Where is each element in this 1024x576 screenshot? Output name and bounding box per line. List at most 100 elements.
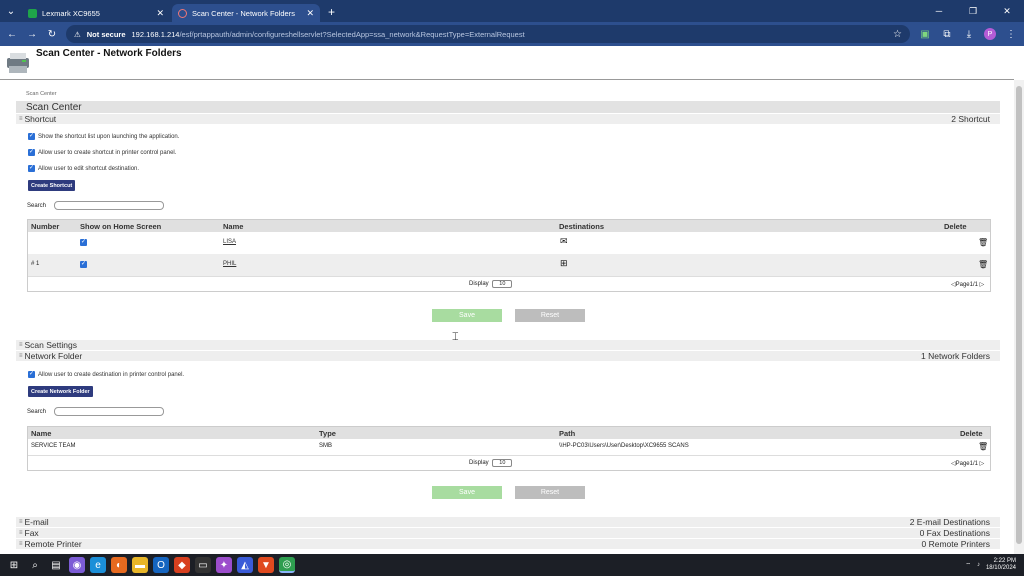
reload-icon[interactable]: ↻	[46, 29, 58, 40]
option-label: Allow user to edit shortcut destination.	[38, 165, 140, 172]
chrome-icon[interactable]: ◎	[279, 557, 295, 573]
windows-start-icon[interactable]: ⊞	[6, 557, 22, 573]
copilot-icon[interactable]: ◉	[69, 557, 85, 573]
home-screen-checkbox[interactable]: ✓	[80, 239, 87, 246]
download-icon[interactable]: ⤓	[962, 29, 976, 40]
shortcut-name-link[interactable]: LISA	[223, 239, 236, 245]
fax-section-header[interactable]: ≡ Fax 0 Fax Destinations	[16, 528, 1000, 538]
back-icon[interactable]: ←	[6, 29, 18, 40]
task-view-icon[interactable]: ▤	[48, 557, 64, 573]
new-tab-icon[interactable]: +	[322, 5, 341, 22]
shortcut-name-link[interactable]: PHIL	[223, 261, 236, 267]
page-scrollbar[interactable]	[1014, 80, 1024, 554]
shortcut-reset-button[interactable]: Reset	[515, 309, 585, 322]
delete-trash-icon[interactable]: 🗑	[978, 260, 988, 269]
shortcut-search-input[interactable]	[54, 201, 165, 210]
tab-title: Lexmark XC9655	[42, 8, 100, 18]
close-tab-icon[interactable]: ✕	[156, 8, 164, 19]
clock[interactable]: 2:22 PM 18/10/2024	[986, 558, 1016, 572]
bookmark-star-icon[interactable]: ☆	[893, 29, 902, 40]
network-folder-search-input[interactable]	[54, 407, 165, 416]
table-row: ✓ LISA ✉ 🗑	[28, 232, 990, 254]
next-page-icon[interactable]: ▷	[978, 282, 985, 288]
display-count-input[interactable]: 10	[492, 280, 513, 288]
close-tab-icon[interactable]: ✕	[306, 8, 314, 19]
browser-tab-strip: ⌄ Lexmark XC9655 ✕ Scan Center - Network…	[0, 0, 1024, 22]
app-icon[interactable]: ◆	[174, 557, 190, 573]
folder-name[interactable]: SERVICE TEAM	[31, 443, 75, 449]
network-folder-section-header[interactable]: ≡ Network Folder 1 Network Folders	[16, 351, 1000, 361]
pager: ◁Page1/1 ▷	[951, 460, 984, 467]
option-create-destination[interactable]: ✓ Allow user to create destination in pr…	[28, 371, 184, 378]
system-tray: ⌔ ♪ 2:22 PM 18/10/2024	[965, 558, 1024, 572]
network-destination-icon: ⊞	[560, 258, 568, 268]
section-label: Fax	[24, 528, 39, 538]
app-icon[interactable]: ✦	[216, 557, 232, 573]
extension-icon[interactable]: ▣	[918, 29, 932, 40]
breadcrumb[interactable]: Scan Center	[26, 91, 57, 97]
shortcut-table: Number Show on Home Screen Name Destinat…	[27, 219, 991, 292]
expand-icon[interactable]: ≡	[19, 541, 23, 547]
delete-trash-icon[interactable]: 🗑	[978, 238, 988, 247]
tab-search-icon[interactable]: ⌄	[0, 0, 22, 22]
network-folder-save-button[interactable]: Save	[432, 486, 502, 499]
table-row: SERVICE TEAM SMB \\HP-PC03\Users\User\De…	[28, 439, 990, 455]
search-icon[interactable]: ⌕	[27, 557, 43, 573]
restore-icon[interactable]: ❐	[956, 6, 990, 17]
app-icon[interactable]: ◭	[237, 557, 253, 573]
terminal-icon[interactable]: ▭	[195, 557, 211, 573]
checkbox[interactable]: ✓	[28, 165, 35, 172]
collapse-icon[interactable]: ≡	[19, 116, 23, 122]
tab-lexmark[interactable]: Lexmark XC9655 ✕	[22, 4, 170, 22]
option-create-shortcut[interactable]: ✓ Allow user to create shortcut in print…	[28, 149, 176, 156]
next-page-icon[interactable]: ▷	[978, 461, 985, 467]
shortcut-section-header[interactable]: ≡ Shortcut 2 Shortcut	[16, 114, 1000, 124]
network-folder-reset-button[interactable]: Reset	[515, 486, 585, 499]
delete-trash-icon[interactable]: 🗑	[978, 442, 988, 451]
checkbox[interactable]: ✓	[28, 149, 35, 156]
column-header: Path	[559, 429, 576, 438]
extensions-puzzle-icon[interactable]: ⧉	[940, 29, 954, 40]
remote-printer-section-header[interactable]: ≡ Remote Printer 0 Remote Printers	[16, 539, 1000, 549]
url-bar[interactable]: ⚠ Not secure 192.168.1.214/esf/prtappaut…	[66, 25, 910, 43]
option-label: Allow user to create shortcut in printer…	[38, 149, 177, 156]
checkbox[interactable]: ✓	[28, 371, 35, 378]
file-explorer-icon[interactable]: ▬	[132, 557, 148, 573]
edge-icon[interactable]: e	[90, 557, 106, 573]
wifi-icon[interactable]: ⌔	[965, 561, 971, 569]
display-control: Display 10	[469, 280, 513, 288]
display-count-input[interactable]: 10	[492, 459, 513, 467]
volume-icon[interactable]: ♪	[977, 562, 980, 568]
section-title: Scan Center	[26, 101, 82, 113]
close-window-icon[interactable]: ✕	[990, 6, 1024, 17]
email-section-header[interactable]: ≡ E-mail 2 E-mail Destinations	[16, 517, 1000, 527]
shortcut-save-button[interactable]: Save	[432, 309, 502, 322]
profile-avatar[interactable]: P	[984, 28, 996, 40]
tab-scan-center[interactable]: Scan Center - Network Folders ✕	[172, 4, 320, 22]
option-show-shortcut-list[interactable]: ✓ Show the shortcut list upon launching …	[28, 133, 179, 140]
home-screen-checkbox[interactable]: ✓	[80, 261, 87, 268]
forward-icon[interactable]: →	[26, 29, 38, 40]
outlook-icon[interactable]: O	[153, 557, 169, 573]
option-edit-shortcut[interactable]: ✓ Allow user to edit shortcut destinatio…	[28, 165, 139, 172]
expand-icon[interactable]: ≡	[19, 342, 23, 348]
checkbox[interactable]: ✓	[28, 133, 35, 140]
expand-icon[interactable]: ≡	[19, 519, 23, 525]
address-toolbar: ← → ↻ ⚠ Not secure 192.168.1.214/esf/prt…	[0, 22, 1024, 46]
expand-icon[interactable]: ≡	[19, 530, 23, 536]
section-title-bar: Scan Center	[16, 101, 1000, 113]
scan-settings-section-header[interactable]: ≡ Scan Settings	[16, 340, 1000, 350]
collapse-icon[interactable]: ≡	[19, 353, 23, 359]
folder-type: SMB	[319, 443, 333, 449]
scrollbar-thumb[interactable]	[1016, 86, 1022, 544]
section-label: E-mail	[24, 517, 49, 527]
create-shortcut-button[interactable]: Create Shortcut	[28, 180, 76, 191]
minimize-icon[interactable]: ─	[922, 6, 956, 16]
create-network-folder-button[interactable]: Create Network Folder	[28, 386, 93, 397]
brave-icon[interactable]: ▼	[258, 557, 274, 573]
section-count: 0 Fax Destinations	[919, 528, 990, 538]
menu-kebab-icon[interactable]: ⋮	[1004, 29, 1018, 40]
security-label[interactable]: Not secure	[87, 30, 126, 39]
tab-title: Scan Center - Network Folders	[192, 8, 295, 18]
firefox-icon[interactable]: ◐	[111, 557, 127, 573]
